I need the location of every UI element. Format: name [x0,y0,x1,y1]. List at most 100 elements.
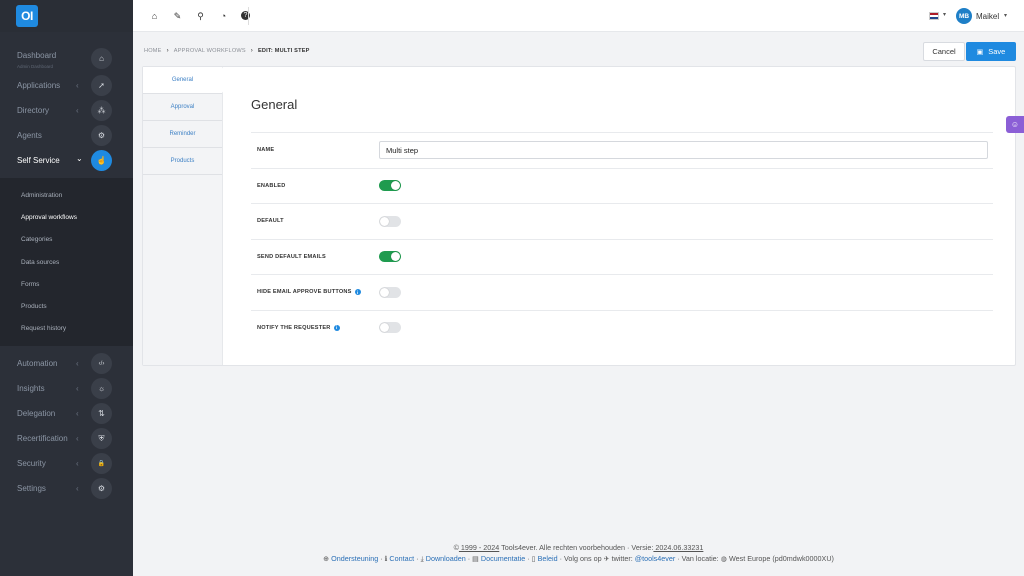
footer-support-link[interactable]: Ondersteuning [331,554,378,563]
sidebar-item-label: Automation [17,359,58,369]
info-icon[interactable]: i [333,324,340,331]
send-default-emails-label-text: SEND DEFAULT EMAILS [257,253,326,260]
breadcrumb-approval-workflows[interactable]: APPROVAL WORKFLOWS [174,48,246,54]
language-caret-icon[interactable]: ▾ [943,11,946,18]
app-logo[interactable]: OI [16,5,38,27]
tab-general[interactable]: General [143,67,231,94]
sidebar-nav: Dashboard Admin Dashboard ⌂ Applications… [0,44,133,501]
info-small-icon: ℹ [384,554,388,563]
notify-requester-toggle[interactable] [379,322,401,334]
form-row-notify-requester: NOTIFY THE REQUESTER i [251,309,993,346]
send-default-emails-toggle[interactable] [379,251,401,263]
sidebar-item-label: Recertification [17,434,68,444]
topbar-icons: ⌂ ✎ ⚲ ◔ ? [149,9,250,23]
footer-policy-link[interactable]: Beleid [538,554,558,563]
sidebar-item-security[interactable]: Security ‹ 🔒 [0,451,133,476]
cogs-icon: ⚙ [91,125,112,146]
gear-icon: ⚙ [91,478,112,500]
sidebar-item-applications[interactable]: Applications ‹ ➚ [0,73,133,98]
code-icon: ‹/› [91,353,112,375]
info-icon[interactable]: i [354,289,361,296]
tab-products[interactable]: Products [143,148,222,175]
footer-follow: Volg ons op [564,554,602,563]
name-input[interactable] [379,141,988,160]
chevron-left-icon: ‹ [76,81,79,90]
default-toggle[interactable] [379,215,401,227]
sidebar-item-label: Agents [17,131,42,140]
submenu-item-approval-workflows[interactable]: Approval workflows [0,206,133,228]
chevron-left-icon: ‹ [76,409,79,419]
footer-line-1: © 1999 - 2024 Tools4ever. Alle rechten v… [133,542,1024,553]
toggle-knob [380,287,389,297]
footer-location-label: Van locatie: [681,554,719,563]
submenu-item-products[interactable]: Products [0,295,133,317]
breadcrumb-home[interactable]: HOME [144,48,162,54]
default-label: DEFAULT [257,218,284,224]
hide-email-approve-buttons-toggle[interactable] [379,286,401,298]
default-label-text: DEFAULT [257,218,284,225]
sidebar: OI Dashboard Admin Dashboard ⌂ Applicati… [0,0,133,576]
sidebar-item-agents[interactable]: Agents ⚙ [0,123,133,148]
sidebar-item-label: Security [17,459,46,469]
notify-requester-label-text: NOTIFY THE REQUESTER [257,324,331,331]
download-icon: ⤓ [420,554,424,563]
network-icon[interactable]: ⚲ [195,9,206,23]
avatar[interactable]: MB [956,8,972,24]
tab-reminder[interactable]: Reminder [143,121,222,148]
sidebar-item-automation[interactable]: Automation ‹ ‹/› [0,351,133,376]
sidebar-item-directory[interactable]: Directory ‹ ⁂ [0,98,133,123]
submenu-item-categories[interactable]: Categories [0,229,133,251]
page-title: General [251,97,298,112]
wrench-icon[interactable]: ✎ [172,9,183,23]
footer-location: West Europe (pd0mdwk0000XU) [728,554,834,563]
user-caret-icon[interactable]: ▾ [1004,12,1007,19]
user-name[interactable]: Maikel [976,12,999,21]
chevron-left-icon: ‹ [76,484,79,494]
sidebar-item-dashboard[interactable]: Dashboard Admin Dashboard ⌂ [0,44,133,73]
hide-email-approve-buttons-label-text: HIDE EMAIL APPROVE BUTTONS [257,289,352,296]
flag-nl-icon[interactable] [929,12,939,20]
sidebar-item-insights[interactable]: Insights ‹ ☼ [0,376,133,401]
chevron-left-icon: ‹ [76,434,79,444]
footer-contact-link[interactable]: Contact [389,554,414,563]
save-button-label: Save [988,47,1006,56]
enabled-label-text: ENABLED [257,182,286,189]
form-row-default: DEFAULT [251,203,993,239]
send-default-emails-label: SEND DEFAULT EMAILS [257,254,326,260]
submenu-item-request-history[interactable]: Request history [0,318,133,340]
sidebar-item-settings[interactable]: Settings ‹ ⚙ [0,476,133,501]
support-icon: ⊕ [323,554,330,563]
topbar: ⌂ ✎ ⚲ ◔ ? ▾ MB Maikel ▾ [133,0,1024,32]
breadcrumb-current: EDIT: MULTI STEP [257,48,310,54]
logo-bar: OI [0,0,133,32]
pie-chart-icon[interactable]: ◔ [218,9,229,23]
enabled-toggle[interactable] [379,180,401,192]
sitemap-icon: ⁂ [91,100,112,121]
save-icon: ▣ [976,48,984,56]
name-label: NAME [257,147,275,154]
footer-downloads-link[interactable]: Downloaden [426,554,466,563]
save-button[interactable]: ▣ Save [966,42,1016,61]
tab-approval[interactable]: Approval [143,94,222,121]
submenu-item-data-sources[interactable]: Data sources [0,251,133,273]
submenu-item-administration[interactable]: Administration [0,184,133,206]
chat-assistant-icon[interactable]: ☺ [1006,116,1024,133]
sidebar-item-recertification[interactable]: Recertification ‹ ⛨ [0,426,133,451]
form-row-hide-email-approve-buttons: HIDE EMAIL APPROVE BUTTONS i [251,274,993,310]
home-icon[interactable]: ⌂ [149,9,160,23]
cancel-button[interactable]: Cancel [923,42,965,61]
lightbulb-icon: ☼ [91,378,112,400]
submenu-item-forms[interactable]: Forms [0,273,133,295]
flag-stripe [930,16,938,19]
breadcrumb: HOME › APPROVAL WORKFLOWS › EDIT: MULTI … [144,48,310,54]
toggle-knob [380,216,389,226]
footer-line-2: ⊕ Ondersteuning · ℹ Contact · ⤓ Download… [323,554,834,563]
sidebar-item-self-service[interactable]: Self Service ⌄ ☝ [0,148,133,173]
chevron-left-icon: ‹ [76,459,79,469]
chevron-left-icon: ‹ [76,106,79,115]
sidebar-item-delegation[interactable]: Delegation ‹ ⇅ [0,401,133,426]
footer-twitter-handle[interactable]: @tools4ever [635,554,675,563]
self-service-submenu: Administration Approval workflows Catego… [0,178,133,347]
footer-docs-link[interactable]: Documentatie [481,554,525,563]
topbar-divider [248,7,249,25]
